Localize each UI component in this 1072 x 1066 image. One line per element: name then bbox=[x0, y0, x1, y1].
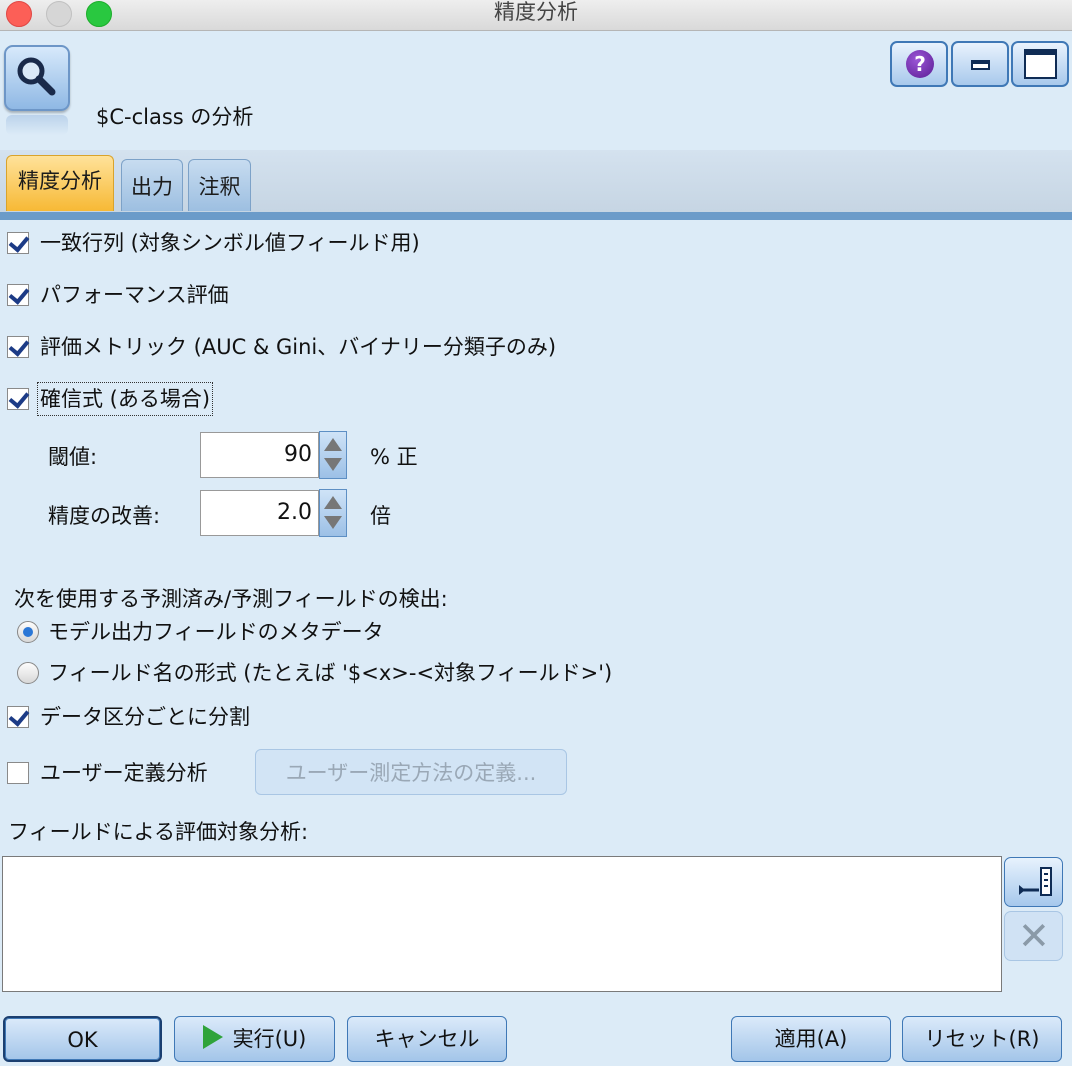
cancel-button[interactable]: キャンセル bbox=[347, 1016, 507, 1062]
run-label: 実行(U) bbox=[232, 1027, 307, 1051]
minimize-icon bbox=[971, 60, 990, 70]
stepper-up-icon[interactable] bbox=[324, 496, 342, 509]
window-title: 精度分析 bbox=[494, 0, 578, 24]
user-defined-label: ユーザー定義分析 bbox=[40, 761, 208, 785]
maximize-icon bbox=[1024, 49, 1057, 79]
confidence-checkbox[interactable] bbox=[7, 388, 29, 410]
magnifier-icon bbox=[4, 45, 70, 111]
improvement-stepper[interactable] bbox=[319, 489, 347, 537]
split-partitions-checkbox[interactable] bbox=[7, 706, 29, 728]
help-icon: ? bbox=[906, 50, 934, 78]
detect-name-format-label: フィールド名の形式 (たとえば '$<x>-<対象フィールド>') bbox=[48, 661, 613, 685]
performance-eval-checkbox[interactable] bbox=[7, 284, 29, 306]
threshold-input[interactable]: 90 bbox=[200, 432, 319, 478]
breakdown-field-list[interactable] bbox=[2, 856, 1002, 992]
tab-annotations[interactable]: 注釈 bbox=[188, 159, 251, 211]
threshold-unit: % 正 bbox=[370, 445, 418, 469]
define-user-measure-button[interactable]: ユーザー測定方法の定義... bbox=[255, 749, 567, 795]
node-name: $C-class の分析 bbox=[96, 105, 254, 129]
apply-button[interactable]: 適用(A) bbox=[731, 1016, 891, 1062]
reset-button[interactable]: リセット(R) bbox=[902, 1016, 1062, 1062]
improvement-unit: 倍 bbox=[370, 504, 391, 528]
coincidence-matrix-checkbox[interactable] bbox=[7, 232, 29, 254]
tab-divider bbox=[0, 212, 1072, 220]
improvement-input[interactable]: 2.0 bbox=[200, 490, 319, 536]
collapse-button[interactable] bbox=[951, 41, 1009, 87]
detect-label: 次を使用する予測済み/予測フィールドの検出: bbox=[14, 587, 448, 611]
play-icon bbox=[202, 1025, 223, 1049]
tab-bar: 精度分析 出力 注釈 bbox=[0, 150, 1072, 212]
breakdown-label: フィールドによる評価対象分析: bbox=[8, 820, 309, 844]
help-button[interactable]: ? bbox=[890, 41, 948, 87]
improvement-label: 精度の改善: bbox=[48, 504, 161, 528]
detect-metadata-radio[interactable] bbox=[17, 621, 39, 643]
threshold-stepper[interactable] bbox=[319, 431, 347, 479]
icon-reflection bbox=[6, 115, 68, 135]
detect-name-format-radio[interactable] bbox=[17, 662, 39, 684]
detect-metadata-label: モデル出力フィールドのメタデータ bbox=[48, 620, 384, 644]
ok-button[interactable]: OK bbox=[3, 1016, 162, 1062]
threshold-label: 閾値: bbox=[48, 445, 98, 469]
stepper-up-icon[interactable] bbox=[324, 438, 342, 451]
coincidence-matrix-label: 一致行列 (対象シンボル値フィールド用) bbox=[40, 231, 420, 255]
field-picker-icon bbox=[1019, 867, 1052, 896]
stepper-down-icon[interactable] bbox=[324, 516, 342, 529]
run-button[interactable]: 実行(U) bbox=[174, 1016, 335, 1062]
close-icon: ✕ bbox=[1018, 914, 1050, 958]
tab-analysis[interactable]: 精度分析 bbox=[6, 155, 114, 211]
remove-field-button[interactable]: ✕ bbox=[1004, 911, 1063, 961]
expand-button[interactable] bbox=[1011, 41, 1069, 87]
eval-metrics-checkbox[interactable] bbox=[7, 336, 29, 358]
pick-fields-button[interactable] bbox=[1004, 857, 1063, 907]
title-bar: 精度分析 bbox=[0, 0, 1072, 31]
dialog-header: $C-class の分析 ? bbox=[0, 31, 1072, 149]
stepper-down-icon[interactable] bbox=[324, 458, 342, 471]
eval-metrics-label: 評価メトリック (AUC & Gini、バイナリー分類子のみ) bbox=[40, 335, 557, 359]
tab-output[interactable]: 出力 bbox=[121, 159, 183, 211]
performance-eval-label: パフォーマンス評価 bbox=[40, 283, 229, 307]
user-defined-checkbox[interactable] bbox=[7, 762, 29, 784]
confidence-label: 確信式 (ある場合) bbox=[36, 382, 214, 416]
split-partitions-label: データ区分ごとに分割 bbox=[40, 705, 250, 729]
